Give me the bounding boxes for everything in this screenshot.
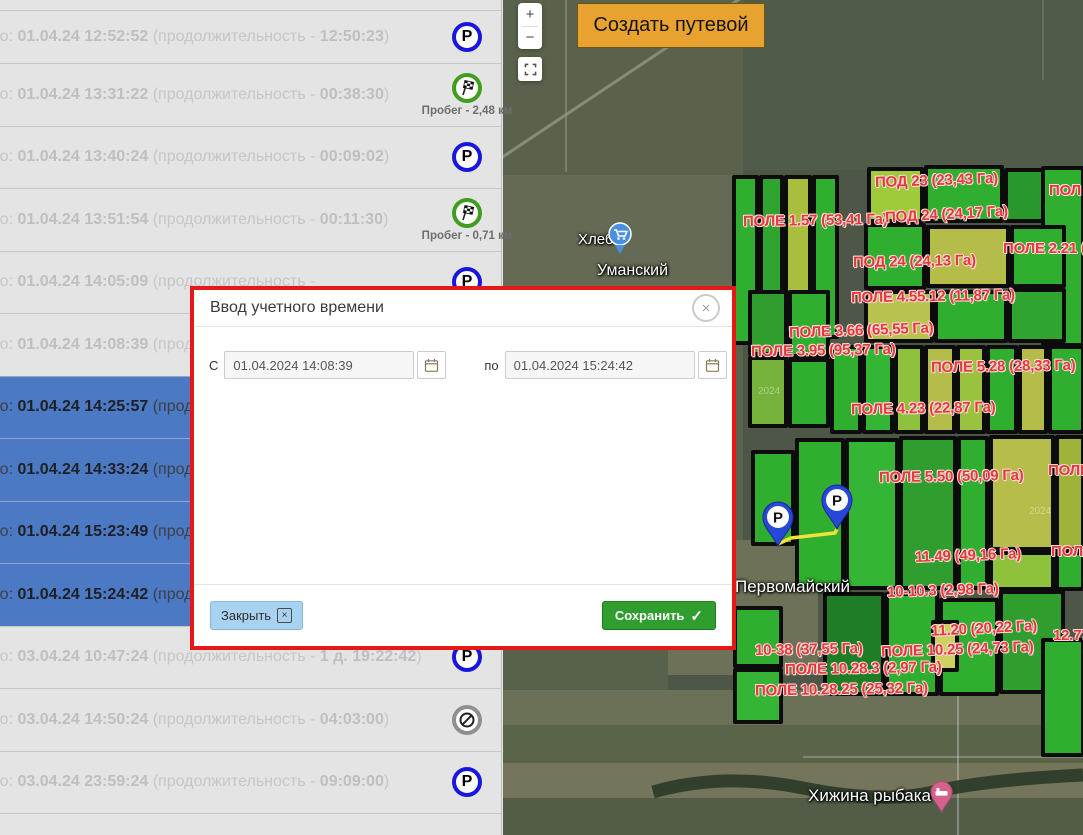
field-label: ПОЛЕ 10.28.3 (2,97 Га) (785, 659, 942, 679)
shop-marker-icon[interactable] (607, 222, 633, 256)
list-item[interactable]: по: 03.04.24 23:59:24 (продолжительность… (0, 751, 501, 814)
event-icons: P (439, 22, 495, 52)
place-label-pervomaysky: Первомайский (735, 577, 850, 597)
field-label: ПОЛЕ 4.55.12 (11,87 Га) (851, 287, 1015, 307)
field-label: ПОЛЕ 10.28.25 (25,32 Га) (755, 679, 928, 699)
no-data-icon (452, 705, 482, 735)
list-item[interactable]: по: 01.04.24 13:31:22 (продолжительность… (0, 63, 501, 126)
event-icons (439, 705, 495, 735)
from-date-input[interactable] (224, 351, 414, 379)
map-watermark: 2024 (758, 386, 780, 397)
field-label: 12.77 (1053, 627, 1083, 644)
event-text: по: 01.04.24 13:31:22 (продолжительность… (0, 86, 439, 104)
field-label: ПОЛ (1049, 182, 1081, 199)
close-x-icon: × (277, 608, 292, 623)
field-label: ПОЛЕ 2.21 (2 (1003, 240, 1083, 257)
close-icon: × (702, 301, 711, 316)
finish-flag-icon (452, 198, 482, 228)
save-button[interactable]: Сохранить✓ (602, 601, 716, 630)
field-label: ПОЛ (1051, 543, 1083, 560)
from-calendar-button[interactable] (417, 351, 446, 379)
field-label: ПОЛЕ (1048, 462, 1083, 479)
event-icons: P (439, 142, 495, 172)
lodging-marker-icon[interactable] (929, 781, 954, 813)
field-label: ПОЛЕ 5.28 (28,33 Га) (931, 357, 1076, 377)
close-button[interactable]: Закрыть× (210, 601, 303, 630)
parking-icon: P (452, 142, 482, 172)
field-label: ПОЛЕ 4.23 (22,87 Га) (851, 399, 996, 419)
fullscreen-button[interactable] (518, 57, 542, 81)
fullscreen-icon (524, 63, 537, 76)
map-watermark: 2024 (1029, 506, 1051, 517)
list-item[interactable]: по: 03.04.24 14:50:24 (продолжительность… (0, 688, 501, 751)
place-label-hizhina: Хижина рыбака (808, 786, 931, 806)
to-calendar-button[interactable] (698, 351, 727, 379)
mileage-label: Пробег - 2,48 км (422, 105, 513, 117)
date-range-row: С по (209, 351, 732, 379)
field-label: ПОЛЕ 3.95 (95,37 Га) (751, 341, 896, 361)
event-text: по: 03.04.24 14:50:24 (продолжительность… (0, 711, 439, 729)
svg-text:P: P (773, 510, 783, 527)
list-item[interactable]: по: 01.04.24 13:51:54 (продолжительность… (0, 188, 501, 251)
list-item[interactable]: по: 01.04.24 13:40:24 (продолжительность… (0, 126, 501, 189)
event-icons: Пробег - 0,71 км (439, 198, 495, 242)
finish-flag-icon (452, 73, 482, 103)
parking-pin[interactable]: P (759, 501, 797, 547)
zoom-in-button[interactable]: + (518, 3, 542, 26)
zoom-out-button[interactable]: − (518, 27, 542, 50)
parking-icon: P (452, 767, 482, 797)
place-label-umansky: Уманский (597, 262, 668, 280)
mileage-label: Пробег - 0,71 км (422, 230, 513, 242)
to-label: по (484, 358, 498, 373)
time-entry-modal: Ввод учетного времени × С по (190, 286, 736, 650)
from-label: С (209, 358, 218, 373)
zoom-control: + − (518, 3, 542, 49)
event-text: по: 03.04.24 10:47:24 (продолжительность… (0, 648, 439, 666)
event-text: по: 01.04.24 13:51:54 (продолжительность… (0, 211, 439, 229)
create-waybill-button[interactable]: Создать путевой (577, 3, 765, 48)
svg-text:P: P (832, 493, 842, 510)
check-icon: ✓ (690, 607, 703, 625)
field-label: ПОЛЕ 1.57 (53,41 Га) (743, 211, 888, 231)
event-icons: P (439, 767, 495, 797)
list-item (0, 813, 501, 835)
to-date-input[interactable] (505, 351, 695, 379)
modal-body: С по (194, 327, 732, 584)
event-text: по: 01.04.24 13:40:24 (продолжительность… (0, 148, 439, 166)
field-label: ПОД 24 (24,13 Га) (853, 252, 976, 271)
modal-close-button[interactable]: × (692, 294, 720, 322)
calendar-icon (424, 358, 439, 373)
parking-icon: P (452, 22, 482, 52)
event-text: по: 03.04.24 23:59:24 (продолжительность… (0, 773, 439, 791)
event-text: по: 01.04.24 12:52:52 (продолжительность… (0, 28, 439, 46)
field-label: ПОЛЕ 5.50 (50,09 Га) (879, 467, 1024, 487)
parking-pin[interactable]: P (818, 484, 856, 530)
modal-title: Ввод учетного времени (210, 299, 384, 317)
event-icons: Пробег - 2,48 км (439, 73, 495, 117)
modal-footer: Закрыть× Сохранить✓ (194, 584, 732, 646)
modal-header: Ввод учетного времени × (194, 290, 732, 327)
field-label: 10-38 (37,55 Га) (755, 640, 863, 659)
list-item[interactable]: по: 01.04.24 12:52:52 (продолжительность… (0, 10, 501, 63)
calendar-icon (705, 358, 720, 373)
